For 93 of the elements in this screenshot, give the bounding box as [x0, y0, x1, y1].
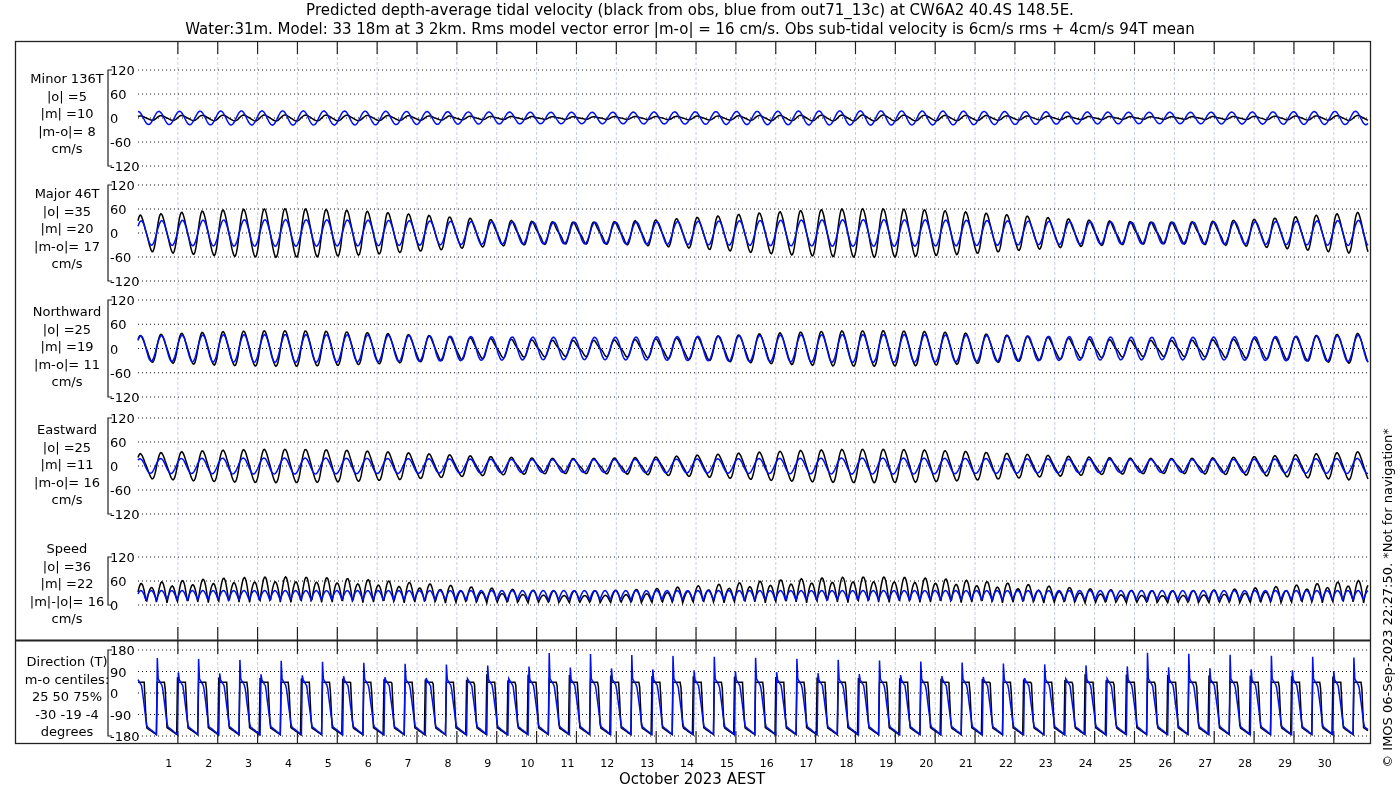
panel-label: Major 46T	[34, 186, 100, 201]
panel-label: cm/s	[51, 256, 83, 271]
y-tick-label: -60	[110, 135, 132, 150]
y-tick-label: 60	[110, 435, 127, 450]
y-tick-label: 0	[110, 459, 119, 474]
day-label: 21	[959, 757, 974, 770]
panel-label: |m|-|o|= 16	[29, 593, 105, 609]
y-tick-label: -120	[110, 159, 140, 174]
day-label: 13	[640, 757, 655, 770]
y-tick-label: 0	[110, 686, 119, 701]
panel-label: cm/s	[51, 374, 83, 389]
panel-label: |o| =5	[47, 88, 87, 104]
day-label: 9	[484, 757, 492, 770]
day-label: 19	[879, 757, 894, 770]
panel-label: |m| =22	[40, 576, 94, 591]
panel-label: Northward	[32, 304, 102, 319]
y-tick-label: 180	[110, 643, 135, 658]
y-tick-label: 60	[110, 574, 127, 589]
day-label: 8	[444, 757, 452, 770]
day-label: 29	[1277, 757, 1292, 770]
panel-label: cm/s	[51, 141, 83, 156]
day-label: 23	[1038, 757, 1053, 770]
panel-label: |m| =20	[40, 221, 94, 236]
day-label: 3	[245, 757, 253, 770]
y-tick-label: 0	[110, 598, 119, 613]
day-label: 24	[1078, 757, 1093, 770]
y-tick-label: 120	[110, 63, 135, 78]
day-label: 16	[759, 757, 774, 770]
y-tick-label: 120	[110, 293, 135, 308]
panel-label: |o| =35	[42, 203, 92, 219]
day-label: 15	[719, 757, 734, 770]
y-tick-label: 0	[110, 111, 119, 126]
panel-label: |m| =10	[40, 106, 94, 121]
day-label: 17	[799, 757, 814, 770]
panel-label: |m-o|= 8	[38, 123, 96, 139]
day-label: 27	[1198, 757, 1213, 770]
y-tick-label: -120	[110, 274, 140, 289]
day-label: 11	[560, 757, 575, 770]
day-label: 28	[1238, 757, 1253, 770]
panel-label: degrees	[40, 724, 94, 739]
y-tick-label: -60	[110, 365, 132, 381]
panel-label: |m| =19	[40, 339, 94, 354]
day-label: 30	[1317, 757, 1332, 770]
panel-label: Speed	[46, 541, 88, 556]
y-tick-label: -60	[110, 483, 132, 498]
day-label: 22	[998, 757, 1013, 770]
day-label: 26	[1158, 757, 1173, 770]
day-label: 6	[364, 757, 372, 770]
y-tick-label: 60	[110, 317, 127, 333]
chart-title: Water:31m. Model: 33 18m at 3 2km. Rms model vector error |m-o| = 16 cm/s. Obs sub-tidal velocity is 6cm/s rms + 4cm/s 94T mean	[185, 20, 1195, 38]
chart-title: Predicted depth-average tidal velocity (black from obs, blue from out71_13c) at CW6A2 40.4S 148.5E.	[306, 1, 1074, 19]
day-label: 20	[919, 757, 934, 770]
y-tick-label: 60	[110, 87, 127, 102]
panel-label: 25 50 75%	[31, 689, 103, 704]
panel-label: |o| =25	[42, 439, 92, 455]
panel-label: |m-o|= 11	[34, 356, 100, 372]
day-label: 18	[839, 757, 854, 770]
y-tick-label: -120	[110, 390, 140, 405]
panel-label: Minor 136T	[30, 71, 104, 86]
day-label: 4	[284, 757, 292, 770]
panel-label: Eastward	[37, 422, 97, 437]
x-axis-label: October 2023 AEST	[618, 770, 766, 788]
day-label: 7	[404, 757, 412, 770]
y-tick-label: 90	[110, 664, 127, 680]
panel-label: |m| =11	[40, 457, 94, 472]
panel-label: Direction (T)	[26, 654, 108, 669]
y-tick-label: -90	[110, 707, 132, 723]
panel-label: |o| =25	[42, 321, 92, 337]
y-tick-label: 0	[110, 341, 119, 357]
y-tick-label: -180	[110, 729, 140, 744]
y-tick-label: -60	[110, 250, 132, 265]
day-label: 25	[1118, 757, 1133, 770]
panel-label: cm/s	[51, 611, 83, 626]
y-tick-label: 0	[110, 226, 119, 241]
day-label: 12	[600, 757, 615, 770]
y-axis-line	[107, 556, 113, 606]
y-tick-label: 60	[110, 202, 127, 217]
day-label: 1	[165, 757, 173, 770]
y-tick-label: 120	[110, 411, 135, 426]
y-tick-label: -120	[110, 507, 140, 522]
panel-label: cm/s	[51, 492, 83, 507]
credit-note: © IMOS 06-Sep-2023 22:27:50. *Not for navigation*	[1380, 428, 1395, 768]
day-label: 10	[520, 757, 535, 770]
y-tick-label: 120	[110, 550, 135, 565]
day-label: 2	[205, 757, 213, 770]
y-tick-label: 120	[110, 178, 135, 193]
panel-label: -30 -19 -4	[35, 706, 99, 722]
panel-label: m-o centiles:	[24, 671, 110, 687]
panel-label: |o| =36	[42, 558, 92, 574]
panel-label: |m-o|= 17	[34, 238, 100, 254]
panel-label: |m-o|= 16	[34, 474, 100, 490]
day-label: 5	[324, 757, 332, 770]
day-label: 14	[680, 757, 695, 770]
